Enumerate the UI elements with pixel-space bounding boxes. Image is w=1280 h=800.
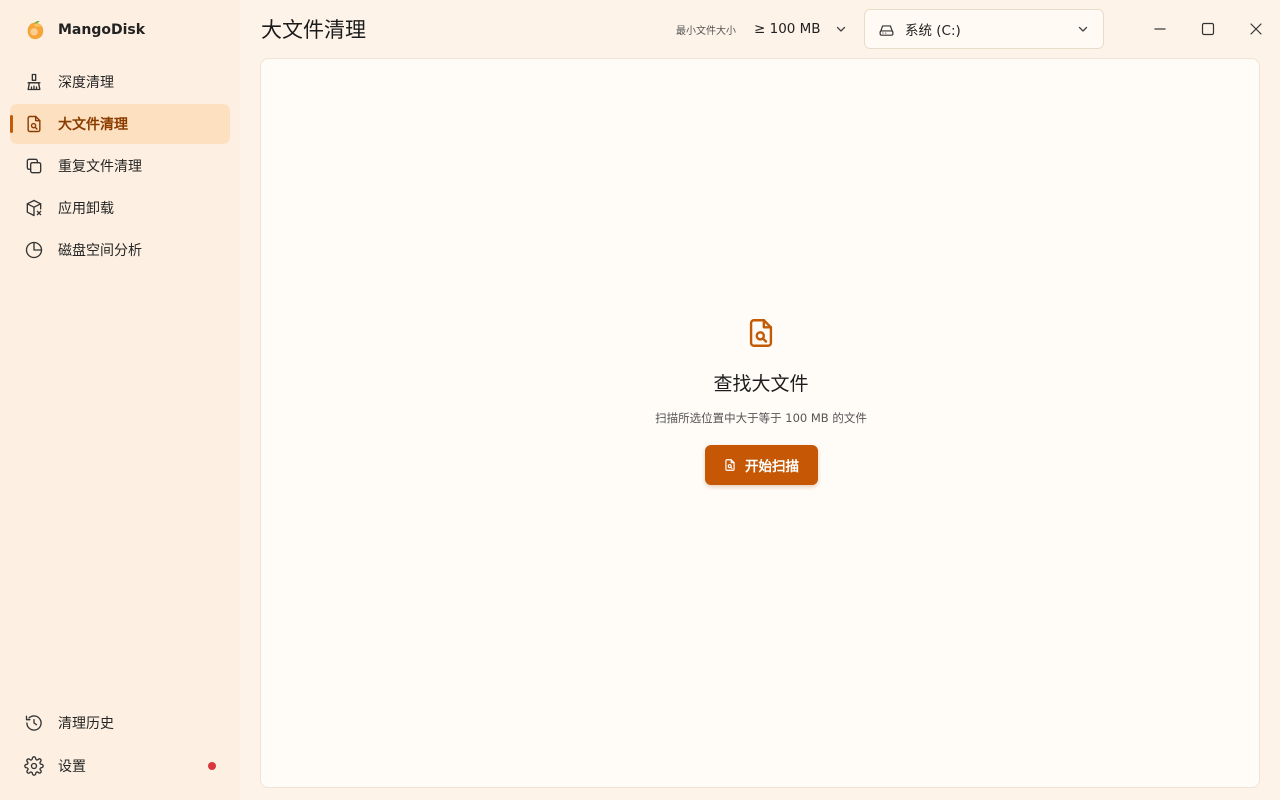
min-size-selector[interactable]: 最小文件大小 ≥ 100 MB <box>676 18 847 40</box>
sidebar-item-deep-clean[interactable]: 深度清理 <box>10 62 230 102</box>
start-scan-label: 开始扫描 <box>745 459 799 475</box>
content-panel: 查找大文件 扫描所选位置中大于等于 100 MB 的文件 开始扫描 <box>260 58 1260 788</box>
minimize-button[interactable] <box>1146 15 1174 43</box>
sidebar-item-label: 重复文件清理 <box>58 159 142 175</box>
sidebar-item-duplicate-files[interactable]: 重复文件清理 <box>10 146 230 186</box>
sidebar-item-settings[interactable]: 设置 <box>10 745 230 787</box>
chevron-down-icon <box>835 23 847 35</box>
min-size-label: 最小文件大小 <box>676 25 736 37</box>
page-title: 大文件清理 <box>261 18 366 42</box>
chevron-down-icon <box>1077 23 1089 35</box>
package-remove-icon <box>24 198 44 218</box>
sidebar-nav: 深度清理 大文件清理 重复文件清理 应用卸载 磁盘空间分析 <box>10 62 230 272</box>
min-size-value: ≥ 100 MB <box>754 21 821 37</box>
sidebar-item-label: 磁盘空间分析 <box>58 243 142 259</box>
sidebar-item-label: 深度清理 <box>58 75 114 91</box>
close-button[interactable] <box>1242 15 1270 43</box>
sidebar-item-label: 大文件清理 <box>58 117 128 133</box>
mango-logo-icon <box>27 20 44 40</box>
file-search-icon <box>725 459 735 471</box>
file-search-icon <box>24 114 44 134</box>
drive-icon <box>878 21 895 38</box>
minimize-icon <box>1154 28 1166 30</box>
drive-label: 系统 (C:) <box>905 23 961 39</box>
empty-state-title: 查找大文件 <box>713 373 809 395</box>
gear-icon <box>24 756 44 776</box>
broom-icon <box>24 72 44 92</box>
history-icon <box>24 713 44 733</box>
sidebar-item-history[interactable]: 清理历史 <box>10 702 230 744</box>
empty-state: 查找大文件 扫描所选位置中大于等于 100 MB 的文件 开始扫描 <box>261 315 1261 485</box>
app-name: MangoDisk <box>58 22 146 38</box>
start-scan-button[interactable]: 开始扫描 <box>704 445 818 485</box>
maximize-icon <box>1201 22 1215 36</box>
brand: MangoDisk <box>24 17 145 43</box>
file-search-icon <box>749 319 773 347</box>
empty-state-subtitle: 扫描所选位置中大于等于 100 MB 的文件 <box>655 411 867 425</box>
drive-select[interactable]: 系统 (C:) <box>864 9 1104 49</box>
copy-icon <box>24 156 44 176</box>
main-area: 大文件清理 最小文件大小 ≥ 100 MB 系统 (C:) 查找大文件 扫描所选… <box>240 0 1280 800</box>
maximize-button[interactable] <box>1194 15 1222 43</box>
close-icon <box>1250 23 1262 35</box>
sidebar: MangoDisk 深度清理 大文件清理 重复文件清理 应用卸载 磁盘空间分析 … <box>0 0 240 800</box>
notification-dot <box>208 762 216 770</box>
sidebar-bottom: 清理历史 设置 <box>10 702 230 788</box>
pie-chart-icon <box>24 240 44 260</box>
sidebar-item-label: 设置 <box>58 759 86 775</box>
sidebar-item-disk-analysis[interactable]: 磁盘空间分析 <box>10 230 230 270</box>
sidebar-item-uninstall[interactable]: 应用卸载 <box>10 188 230 228</box>
sidebar-item-large-files[interactable]: 大文件清理 <box>10 104 230 144</box>
sidebar-item-label: 应用卸载 <box>58 201 114 217</box>
sidebar-item-label: 清理历史 <box>58 716 114 732</box>
